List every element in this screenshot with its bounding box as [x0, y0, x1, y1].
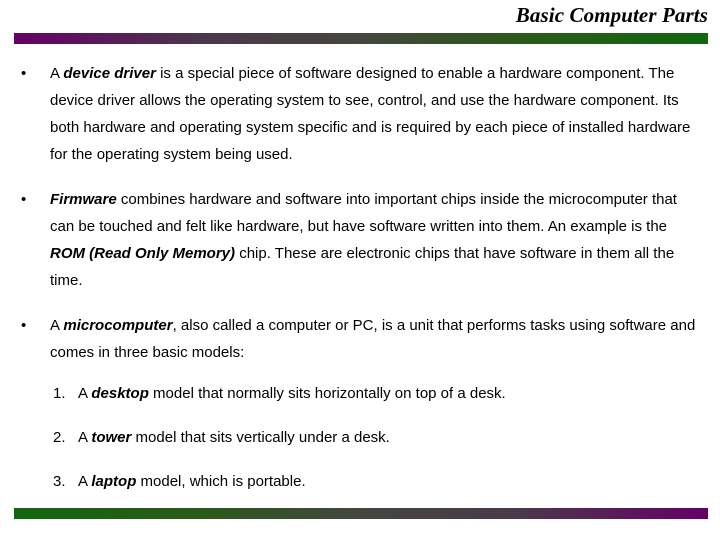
bottom-gradient-rule [14, 508, 708, 519]
bullet-marker-icon: • [21, 191, 27, 208]
list-item: 1. A desktop model that normally sits ho… [0, 382, 720, 406]
bullet-text: A device driver is a special piece of so… [50, 65, 691, 163]
bullet-text: A microcomputer, also called a computer … [50, 317, 696, 361]
slide-canvas: Basic Computer Parts • A device driver i… [0, 0, 720, 540]
slide-body: • A device driver is a special piece of … [0, 60, 720, 500]
page-title: Basic Computer Parts [515, 3, 708, 27]
list-item-text: A laptop model, which is portable. [78, 473, 306, 490]
list-item: 3. A laptop model, which is portable. [0, 470, 720, 494]
list-item-text: A desktop model that normally sits horiz… [78, 385, 506, 402]
bullet-marker-icon: • [21, 317, 27, 334]
bullet-text: Firmware combines hardware and software … [50, 191, 677, 289]
top-gradient-rule [14, 33, 708, 44]
list-item: 2. A tower model that sits vertically un… [0, 426, 720, 450]
bullet-item: • Firmware combines hardware and softwar… [0, 186, 720, 294]
list-item-number: 2. [53, 429, 66, 446]
numbered-list: 1. A desktop model that normally sits ho… [0, 382, 720, 494]
title-area: Basic Computer Parts [14, 1, 708, 30]
list-item-text: A tower model that sits vertically under… [78, 429, 390, 446]
list-item-number: 3. [53, 473, 66, 490]
list-item-number: 1. [53, 385, 66, 402]
bullet-item: • A microcomputer, also called a compute… [0, 312, 720, 366]
bullet-item: • A device driver is a special piece of … [0, 60, 720, 168]
bullet-marker-icon: • [21, 65, 27, 82]
